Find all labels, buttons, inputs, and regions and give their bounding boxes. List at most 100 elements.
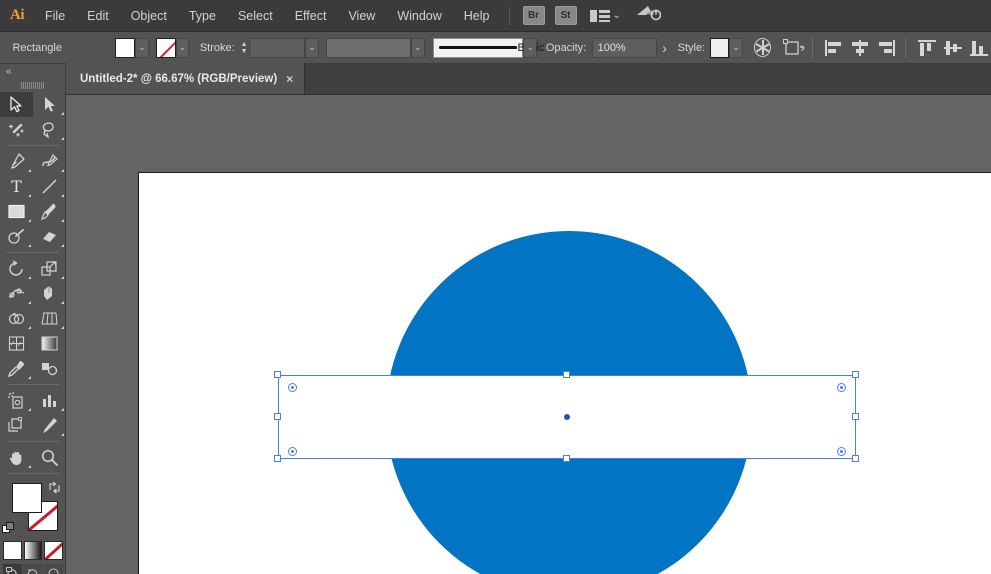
close-icon[interactable]: × [286, 72, 293, 86]
brush-stroke-preview-icon [439, 46, 517, 49]
normal-screen-mode-button[interactable] [3, 564, 22, 574]
slice-tool[interactable] [33, 413, 66, 438]
menu-item-view[interactable]: View [337, 0, 386, 32]
app-logo-icon: Ai [0, 0, 34, 32]
perspective-grid-tool[interactable] [33, 306, 66, 331]
stroke-weight-input[interactable] [249, 38, 305, 58]
align-horizontal-center-icon[interactable] [851, 40, 867, 56]
creative-cloud-icon[interactable] [635, 3, 661, 28]
menu-item-effect[interactable]: Effect [284, 0, 338, 32]
eraser-tool[interactable] [33, 224, 66, 249]
lasso-tool[interactable] [33, 117, 66, 142]
arrange-documents-icon[interactable] [590, 6, 610, 26]
symbol-sprayer-tool[interactable] [0, 388, 33, 413]
graphic-style-swatch[interactable] [710, 38, 730, 58]
color-mode-button[interactable] [3, 541, 22, 560]
artboard[interactable] [138, 172, 991, 574]
shape-builder-tool[interactable] [0, 306, 33, 331]
eyedropper-tool[interactable] [0, 356, 33, 381]
fill-stroke-indicator [0, 481, 66, 539]
mesh-tool[interactable] [0, 331, 33, 356]
style-chevron-down-icon[interactable]: ⌄ [729, 38, 743, 58]
stroke-weight-chevron-down-icon[interactable]: ⌄ [305, 38, 319, 58]
menu-item-type[interactable]: Type [178, 0, 227, 32]
curvature-tool[interactable] [33, 149, 66, 174]
align-vertical-center-icon[interactable] [944, 40, 960, 56]
rectangle-tool[interactable] [0, 199, 33, 224]
fill-indicator-swatch[interactable] [12, 483, 42, 513]
direct-selection-tool[interactable] [33, 92, 66, 117]
document-tab[interactable]: Untitled-2* @ 66.67% (RGB/Preview) × [66, 63, 305, 94]
artboard-tool[interactable] [0, 413, 33, 438]
selection-handle-top-right[interactable] [852, 371, 859, 378]
fullscreen-mode-button[interactable] [44, 564, 63, 574]
brush-definition-input[interactable]: Basic [433, 38, 523, 58]
align-left-icon[interactable] [825, 40, 841, 56]
free-transform-tool[interactable] [33, 281, 66, 306]
align-bottom-icon[interactable] [970, 40, 986, 56]
brush-chevron-down-icon[interactable]: ⌄ [523, 38, 537, 58]
canvas-area[interactable] [66, 95, 991, 574]
fullscreen-menubar-mode-button[interactable] [23, 564, 42, 574]
type-tool[interactable]: T [0, 174, 33, 199]
tool-divider [7, 145, 59, 146]
transform-icon[interactable] [783, 39, 805, 57]
tool-divider [7, 473, 59, 474]
fill-swatch[interactable] [115, 38, 135, 58]
recolor-artwork-icon[interactable] [754, 38, 771, 57]
scale-tool[interactable] [33, 256, 66, 281]
menu-item-help[interactable]: Help [453, 0, 501, 32]
tool-grid: T [0, 92, 66, 477]
selection-tool[interactable] [0, 92, 33, 117]
fill-chevron-down-icon[interactable]: ⌄ [135, 38, 149, 58]
column-graph-tool[interactable] [33, 388, 66, 413]
collapse-panel-icon[interactable]: « [0, 64, 65, 79]
pen-tool[interactable] [0, 149, 33, 174]
line-segment-tool[interactable] [33, 174, 66, 199]
live-corner-widget [837, 383, 846, 392]
width-tool[interactable] [0, 281, 33, 306]
screen-mode-buttons [0, 562, 66, 574]
opacity-options-arrow-icon[interactable]: › [662, 40, 667, 56]
stroke-weight-stepper[interactable]: ▲▼ [239, 38, 249, 58]
stroke-chevron-down-icon[interactable]: ⌄ [176, 38, 190, 58]
stroke-profile-chevron-down-icon[interactable]: ⌄ [411, 38, 425, 58]
stroke-profile-input[interactable] [326, 38, 411, 58]
swap-fill-stroke-icon[interactable] [48, 481, 61, 494]
menu-item-select[interactable]: Select [227, 0, 284, 32]
selection-handle-top-center[interactable] [563, 371, 570, 378]
svg-text:T: T [11, 178, 22, 195]
selection-handle-bottom-left[interactable] [274, 455, 281, 462]
arrange-chevron-down-icon[interactable]: ⌄ [613, 10, 621, 21]
menu-item-file[interactable]: File [34, 0, 76, 32]
stroke-swatch[interactable] [156, 38, 176, 58]
selection-handle-middle-right[interactable] [852, 413, 859, 420]
blend-tool[interactable] [33, 356, 66, 381]
live-corner-widget [837, 447, 846, 456]
shaper-tool[interactable] [0, 224, 33, 249]
align-top-icon[interactable] [918, 40, 934, 56]
default-fill-stroke-icon[interactable] [2, 522, 15, 535]
magic-wand-tool[interactable] [0, 117, 33, 142]
menu-item-window[interactable]: Window [386, 0, 452, 32]
rotate-tool[interactable] [0, 256, 33, 281]
gradient-tool[interactable] [33, 331, 66, 356]
selection-handle-top-left[interactable] [274, 371, 281, 378]
paintbrush-tool[interactable] [33, 199, 66, 224]
zoom-tool[interactable] [33, 445, 66, 470]
opacity-input[interactable]: 100% [592, 38, 657, 58]
document-tab-bar: Untitled-2* @ 66.67% (RGB/Preview) × [66, 64, 991, 95]
none-mode-button[interactable] [44, 541, 63, 560]
stock-button[interactable]: St [555, 6, 577, 25]
panel-drag-handle[interactable] [0, 79, 65, 92]
bridge-button[interactable]: Br [523, 6, 545, 25]
document-tab-title: Untitled-2* @ 66.67% (RGB/Preview) [80, 73, 277, 85]
menu-item-edit[interactable]: Edit [76, 0, 120, 32]
selection-handle-middle-left[interactable] [274, 413, 281, 420]
selection-handle-bottom-right[interactable] [852, 455, 859, 462]
gradient-mode-button[interactable] [24, 541, 43, 560]
align-right-icon[interactable] [877, 40, 893, 56]
selection-handle-bottom-center[interactable] [563, 455, 570, 462]
hand-tool[interactable] [0, 445, 33, 470]
menu-item-object[interactable]: Object [120, 0, 178, 32]
